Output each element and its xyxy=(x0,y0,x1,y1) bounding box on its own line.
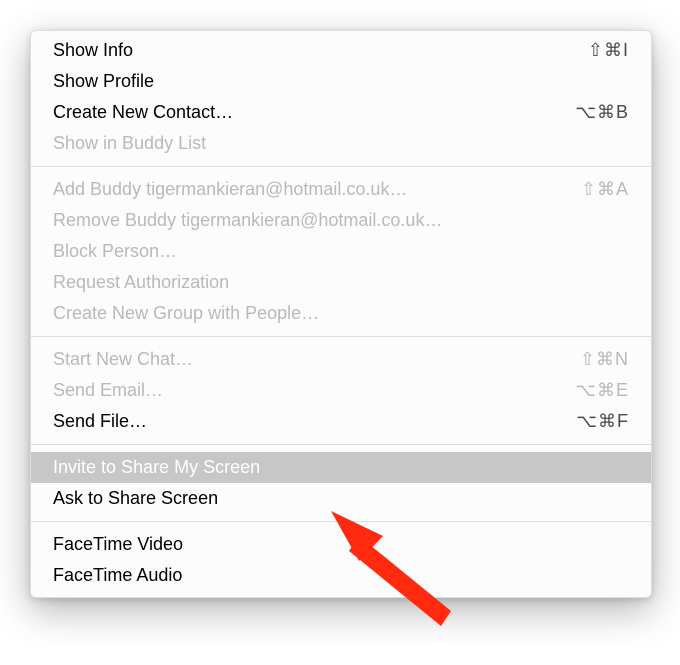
menu-item-request-authorization: Request Authorization xyxy=(31,267,651,298)
menu-item-label: Create New Group with People… xyxy=(53,300,319,327)
menu-separator xyxy=(31,521,651,522)
menu-item-show-profile[interactable]: Show Profile xyxy=(31,66,651,97)
menu-item-start-new-chat: Start New Chat… ⇧⌘N xyxy=(31,344,651,375)
menu-item-label: Show Info xyxy=(53,37,133,64)
menu-item-add-buddy: Add Buddy tigermankieran@hotmail.co.uk… … xyxy=(31,174,651,205)
menu-item-shortcut: ⌥⌘B xyxy=(575,99,629,126)
menu-item-label: Create New Contact… xyxy=(53,99,233,126)
menu-item-label: Request Authorization xyxy=(53,269,229,296)
menu-item-shortcut: ⇧⌘I xyxy=(588,37,629,64)
menu-item-label: Send Email… xyxy=(53,377,163,404)
menu-item-label: Invite to Share My Screen xyxy=(53,454,260,481)
menu-separator xyxy=(31,336,651,337)
menu-item-label: Send File… xyxy=(53,408,147,435)
menu-item-invite-share-my-screen[interactable]: Invite to Share My Screen xyxy=(31,452,651,483)
menu-item-facetime-audio[interactable]: FaceTime Audio xyxy=(31,560,651,591)
menu-item-block-person: Block Person… xyxy=(31,236,651,267)
menu-item-send-email: Send Email… ⌥⌘E xyxy=(31,375,651,406)
menu-item-remove-buddy: Remove Buddy tigermankieran@hotmail.co.u… xyxy=(31,205,651,236)
menu-item-create-new-group: Create New Group with People… xyxy=(31,298,651,329)
menu-item-label: Add Buddy tigermankieran@hotmail.co.uk… xyxy=(53,176,407,203)
menu-item-shortcut: ⌥⌘E xyxy=(575,377,629,404)
menu-item-label: FaceTime Video xyxy=(53,531,183,558)
menu-item-label: FaceTime Audio xyxy=(53,562,182,589)
menu-item-label: Show in Buddy List xyxy=(53,130,206,157)
menu-item-label: Remove Buddy tigermankieran@hotmail.co.u… xyxy=(53,207,442,234)
menu-item-label: Block Person… xyxy=(53,238,177,265)
menu-item-facetime-video[interactable]: FaceTime Video xyxy=(31,529,651,560)
menu-item-label: Ask to Share Screen xyxy=(53,485,218,512)
menu-item-shortcut: ⇧⌘A xyxy=(581,176,629,203)
menu-item-shortcut: ⇧⌘N xyxy=(580,346,629,373)
menu-item-show-in-buddy-list: Show in Buddy List xyxy=(31,128,651,159)
menu-separator xyxy=(31,166,651,167)
menu-item-send-file[interactable]: Send File… ⌥⌘F xyxy=(31,406,651,437)
menu-item-label: Show Profile xyxy=(53,68,154,95)
menu-item-create-new-contact[interactable]: Create New Contact… ⌥⌘B xyxy=(31,97,651,128)
menu-item-shortcut: ⌥⌘F xyxy=(576,408,629,435)
menu-item-label: Start New Chat… xyxy=(53,346,193,373)
menu-item-show-info[interactable]: Show Info ⇧⌘I xyxy=(31,35,651,66)
menu-separator xyxy=(31,444,651,445)
menu-item-ask-to-share-screen[interactable]: Ask to Share Screen xyxy=(31,483,651,514)
context-menu: Show Info ⇧⌘I Show Profile Create New Co… xyxy=(30,30,652,598)
